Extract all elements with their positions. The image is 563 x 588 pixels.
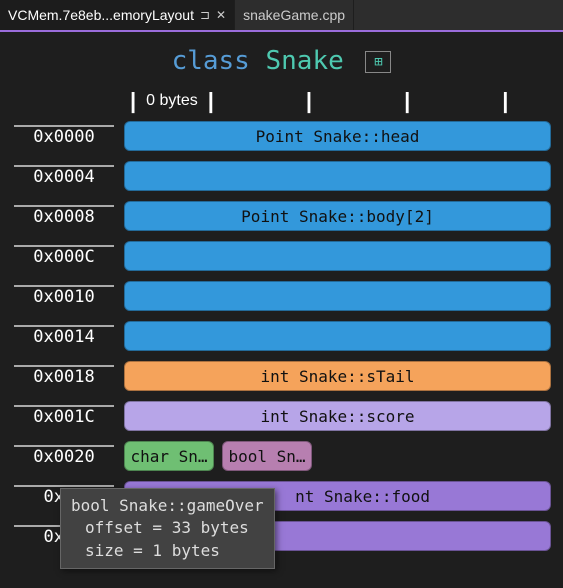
- field-bar[interactable]: char Sn…: [124, 441, 214, 471]
- class-header: class Snake ⊞: [0, 32, 563, 86]
- tab-bar: VCMem.7e8eb...emoryLayout ⊐ ✕ snakeGame.…: [0, 0, 563, 32]
- tab-label: snakeGame.cpp: [243, 7, 345, 23]
- pin-icon[interactable]: ⊐: [200, 8, 210, 22]
- ruler-tick: |: [208, 88, 214, 114]
- field-bar[interactable]: [124, 321, 551, 351]
- offset-label: 0x0004: [14, 165, 114, 187]
- offset-label: 0x0008: [14, 205, 114, 227]
- memory-row: 0x0004: [14, 156, 551, 196]
- memory-row: 0x000C: [14, 236, 551, 276]
- tooltip-line: bool Snake::gameOver: [71, 495, 264, 517]
- offset-label: 0x0000: [14, 125, 114, 147]
- layout-toggle-icon[interactable]: ⊞: [365, 51, 391, 73]
- field-bar[interactable]: [124, 281, 551, 311]
- class-name: Snake: [266, 46, 344, 76]
- offset-label: 0x0018: [14, 365, 114, 387]
- field-bar[interactable]: int Snake::sTail: [124, 361, 551, 391]
- byte-ruler: | 0 bytes | | | |: [0, 86, 563, 116]
- offset-label: 0x0010: [14, 285, 114, 307]
- memory-row: 0x0000 Point Snake::head: [14, 116, 551, 156]
- field-bar[interactable]: [124, 241, 551, 271]
- memory-row: 0x0008 Point Snake::body[2]: [14, 196, 551, 236]
- memory-row: 0x0020 char Sn… bool Sn…: [14, 436, 551, 476]
- ruler-zero-label: 0 bytes: [136, 92, 208, 110]
- memory-row: 0x001C int Snake::score: [14, 396, 551, 436]
- offset-label: 0x0020: [14, 445, 114, 467]
- tab-snakegame-cpp[interactable]: snakeGame.cpp: [235, 0, 354, 30]
- ruler-tick: |: [306, 88, 312, 114]
- field-bar[interactable]: int Snake::score: [124, 401, 551, 431]
- field-bar[interactable]: Point Snake::head: [124, 121, 551, 151]
- close-icon[interactable]: ✕: [216, 8, 226, 22]
- tooltip-line: size = 1 bytes: [71, 540, 264, 562]
- keyword-class: class: [172, 46, 250, 76]
- memory-row: 0x0014: [14, 316, 551, 356]
- ruler-tick: |: [404, 88, 410, 114]
- tab-memory-layout[interactable]: VCMem.7e8eb...emoryLayout ⊐ ✕: [0, 0, 235, 30]
- tab-label: VCMem.7e8eb...emoryLayout: [8, 7, 194, 23]
- tooltip-line: offset = 33 bytes: [71, 517, 264, 539]
- offset-label: 0x001C: [14, 405, 114, 427]
- offset-label: 0x0014: [14, 325, 114, 347]
- offset-label: 0x000C: [14, 245, 114, 267]
- field-bar[interactable]: bool Sn…: [222, 441, 312, 471]
- field-bar[interactable]: Point Snake::body[2]: [124, 201, 551, 231]
- memory-row: 0x0010: [14, 276, 551, 316]
- field-tooltip: bool Snake::gameOver offset = 33 bytes s…: [60, 488, 275, 569]
- ruler-tick: |: [502, 88, 508, 114]
- bar-group: char Sn… bool Sn…: [124, 441, 551, 471]
- field-bar[interactable]: [124, 161, 551, 191]
- memory-row: 0x0018 int Snake::sTail: [14, 356, 551, 396]
